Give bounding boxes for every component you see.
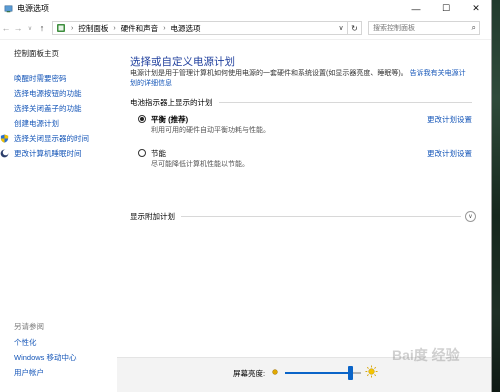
power-options-app-icon: [4, 5, 13, 13]
control-panel-icon: [57, 24, 65, 32]
plan-description: 利用可用的硬件自动平衡功耗与性能。: [151, 127, 270, 134]
link-label: 创建电源计划: [14, 119, 59, 128]
extra-plans-divider: [181, 216, 461, 217]
plan-balanced: 平衡 (推荐) 更改计划设置 利用可用的硬件自动平衡功耗与性能。: [138, 113, 472, 136]
chevron-down-icon[interactable]: ∨: [465, 211, 476, 222]
address-bar[interactable]: › 控制面板 › 硬件和声音 › 电源选项 ∨: [52, 21, 348, 35]
see-also-section: 另请参阅 个性化 Windows 移动中心 用户帐户: [14, 321, 77, 380]
link-create-plan[interactable]: 创建电源计划: [14, 116, 89, 131]
radio-selected-dot: [140, 117, 144, 121]
show-additional-plans[interactable]: 显示附加计划 ∨: [130, 211, 476, 222]
refresh-icon[interactable]: ↻: [348, 21, 362, 35]
page-title: 选择或自定义电源计划: [130, 56, 235, 68]
link-require-password[interactable]: 唤醒时需要密码: [14, 71, 89, 86]
link-lid-close[interactable]: 选择关闭盖子的功能: [14, 101, 89, 116]
plan-power-saver: 节能 更改计划设置 尽可能降低计算机性能以节能。: [138, 147, 472, 170]
link-mobility-center[interactable]: Windows 移动中心: [14, 350, 77, 365]
maximize-button[interactable]: ☐: [431, 0, 461, 17]
plan-row: 节能 更改计划设置: [138, 147, 472, 159]
dim-sun-icon: [272, 369, 278, 375]
brightness-slider[interactable]: [285, 366, 361, 380]
extra-plans-label: 显示附加计划: [130, 212, 175, 221]
link-display-off-time[interactable]: 选择关闭显示器的时间: [0, 131, 89, 146]
breadcrumb-hardware-sound[interactable]: 硬件和声音: [121, 23, 159, 34]
section-heading: 电池指示器上显示的计划: [130, 97, 472, 108]
brightness-slider-thumb[interactable]: [348, 366, 354, 380]
plan-row: 平衡 (推荐) 更改计划设置: [138, 113, 472, 125]
breadcrumb-separator: ›: [113, 24, 116, 32]
close-button[interactable]: ✕: [461, 0, 491, 17]
left-navigation: 控制面板主页 唤醒时需要密码 选择电源按钮的功能 选择关闭盖子的功能 创建电源计…: [0, 40, 115, 392]
window-controls: — ☐ ✕: [401, 0, 491, 17]
window-title: 电源选项: [17, 4, 49, 13]
moon-icon: [0, 149, 9, 158]
forward-arrow-icon[interactable]: →: [12, 21, 24, 35]
back-arrow-icon[interactable]: ←: [0, 21, 12, 35]
shield-icon: [0, 134, 9, 143]
plan-name[interactable]: 节能: [151, 148, 166, 159]
section-title: 电池指示器上显示的计划: [130, 98, 213, 107]
brightness-slider-fill: [285, 372, 351, 374]
plan-name[interactable]: 平衡 (推荐): [151, 114, 188, 125]
link-sleep-time[interactable]: 更改计算机睡眠时间: [0, 146, 89, 161]
task-links: 唤醒时需要密码 选择电源按钮的功能 选择关闭盖子的功能 创建电源计划 选择关闭显…: [0, 71, 89, 161]
breadcrumb-power-options[interactable]: 电源选项: [171, 23, 201, 34]
section-divider: [218, 102, 472, 103]
search-input[interactable]: 搜索控制面板 ⌕: [368, 21, 480, 35]
address-row: ← → ∨ ↑ › 控制面板 › 硬件和声音 › 电源选项 ∨ ↻ 搜索控制面板…: [0, 19, 491, 37]
link-label: 选择电源按钮的功能: [14, 89, 82, 98]
link-user-accounts[interactable]: 用户帐户: [14, 365, 77, 380]
control-panel-home-link[interactable]: 控制面板主页: [14, 48, 59, 59]
breadcrumb-separator: ›: [163, 24, 166, 32]
address-dropdown-icon[interactable]: ∨: [335, 24, 347, 32]
change-plan-settings-link[interactable]: 更改计划设置: [427, 114, 472, 125]
link-personalization[interactable]: 个性化: [14, 335, 77, 350]
watermark: Bai度 经验: [392, 347, 460, 363]
link-power-button[interactable]: 选择电源按钮的功能: [14, 86, 89, 101]
change-plan-settings-link[interactable]: 更改计划设置: [427, 148, 472, 159]
search-placeholder: 搜索控制面板: [373, 25, 415, 32]
see-also-title: 另请参阅: [14, 322, 44, 331]
link-label: 选择关闭显示器的时间: [14, 134, 89, 143]
plan-radio-power-saver[interactable]: [138, 149, 146, 157]
page-description: 电源计划是用于管理计算机如何使用电源的一套硬件和系统设置(如显示器亮度、睡眠等)…: [130, 69, 470, 89]
up-arrow-icon[interactable]: ↑: [36, 21, 48, 35]
bright-sun-icon: [365, 365, 378, 378]
description-text: 电源计划是用于管理计算机如何使用电源的一套硬件和系统设置(如显示器亮度、睡眠等)…: [130, 70, 408, 77]
plan-description: 尽可能降低计算机性能以节能。: [151, 161, 249, 168]
brightness-label: 屏幕亮度:: [233, 369, 266, 378]
breadcrumb-separator: ›: [71, 24, 74, 32]
search-icon[interactable]: ⌕: [472, 23, 476, 33]
link-label: 选择关闭盖子的功能: [14, 104, 82, 113]
history-dropdown-icon[interactable]: ∨: [24, 21, 36, 35]
power-options-window: 电源选项 — ☐ ✕ ← → ∨ ↑ › 控制面板 › 硬件和声音 › 电源选项…: [0, 0, 492, 392]
minimize-button[interactable]: —: [401, 0, 431, 17]
title-bar: 电源选项 — ☐ ✕: [0, 0, 491, 17]
desktop-background: [492, 0, 500, 392]
link-label: 唤醒时需要密码: [14, 74, 67, 83]
breadcrumb-control-panel[interactable]: 控制面板: [78, 23, 108, 34]
plan-radio-balanced[interactable]: [138, 115, 146, 123]
link-label: 更改计算机睡眠时间: [14, 149, 82, 158]
